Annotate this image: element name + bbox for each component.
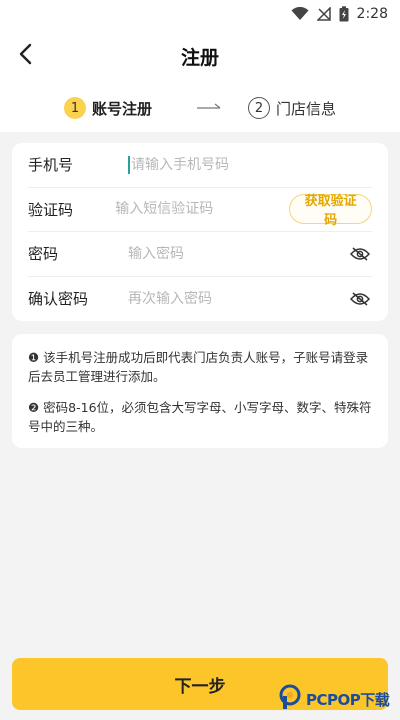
wifi-icon: [291, 7, 309, 21]
chevron-left-icon: [18, 43, 34, 69]
confirm-password-row: 确认密码: [28, 277, 372, 322]
confirm-password-label: 确认密码: [28, 290, 89, 309]
status-time: 2:28: [356, 6, 388, 22]
step-1-label: 账号注册: [91, 99, 152, 118]
step-1: 1 账号注册: [63, 97, 152, 119]
phone-label: 手机号: [28, 156, 74, 175]
eye-off-icon[interactable]: [348, 287, 372, 311]
code-label: 验证码: [28, 200, 74, 219]
code-row: 验证码 获取验证码: [28, 188, 372, 232]
code-input[interactable]: [115, 201, 290, 218]
phone-input[interactable]: [131, 156, 372, 173]
step-indicator: 1 账号注册 2 门店信息: [0, 84, 400, 132]
back-button[interactable]: [10, 40, 42, 72]
page-title: 注册: [180, 46, 219, 69]
step-2-label: 门店信息: [276, 99, 337, 118]
password-row: 密码: [28, 232, 372, 277]
step-2-number: 2: [248, 97, 270, 119]
password-input[interactable]: [128, 245, 348, 262]
pcpop-logo-icon: [278, 684, 302, 714]
eye-off-icon[interactable]: [348, 242, 372, 266]
text-caret: [128, 155, 130, 174]
note-2: ❷ 密码8-16位，必须包含大写字母、小写字母、数字、特殊符号中的三种。: [28, 400, 372, 434]
step-2: 2 门店信息: [248, 97, 336, 119]
watermark: PCPOP下载: [278, 684, 398, 714]
status-bar: 2:28: [0, 0, 400, 28]
note-1: ❶ 该手机号注册成功后即代表门店负责人账号，子账号请登录后去员工管理进行添加。: [28, 350, 369, 384]
watermark-text: PCPOP下载: [306, 690, 390, 709]
phone-row: 手机号: [28, 143, 372, 188]
step-1-number: 1: [63, 97, 86, 119]
get-code-button[interactable]: 获取验证码: [289, 194, 372, 228]
confirm-password-input[interactable]: [128, 290, 348, 307]
password-label: 密码: [28, 245, 59, 264]
arrow-right-icon: [196, 103, 222, 113]
notes-card: ❶ 该手机号注册成功后即代表门店负责人账号，子账号请登录后去员工管理进行添加。 …: [12, 334, 388, 448]
header: 注册: [0, 28, 400, 84]
registration-form: 手机号 验证码 获取验证码 密码 确认密码: [12, 143, 388, 321]
no-signal-icon: [316, 7, 331, 21]
battery-charging-icon: [339, 6, 349, 22]
